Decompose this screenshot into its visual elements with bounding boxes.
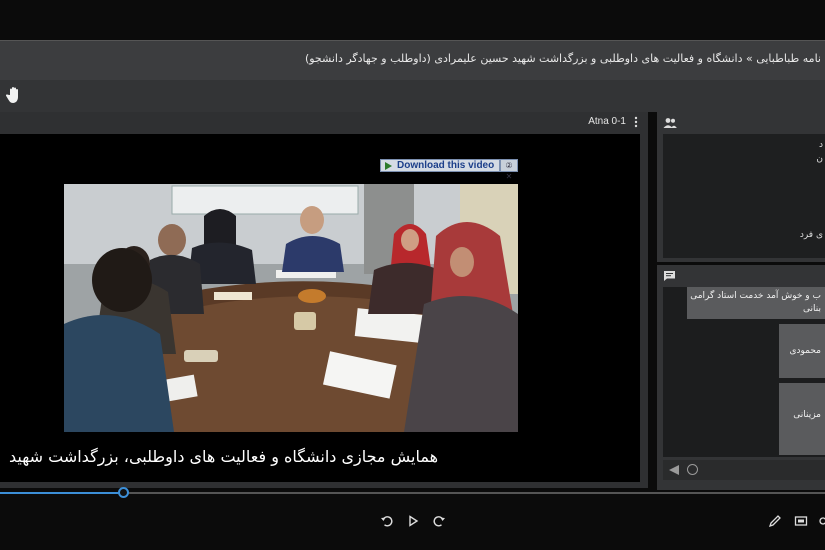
chat-panel: ب و خوش آمد خدمت استاد گرامی بنانی محمود… xyxy=(657,265,825,490)
video-caption: همایش مجازی دانشگاه و فعالیت های داوطلبی… xyxy=(9,447,438,466)
toolbar xyxy=(0,80,825,112)
video-panel: Atna 0-1 Download this video ② ✕ همایش م… xyxy=(0,112,648,488)
edit-icon[interactable] xyxy=(768,514,782,528)
progress-bar[interactable] xyxy=(0,487,825,498)
rewind-icon[interactable] xyxy=(380,514,394,528)
users-panel: د ن ی فرد xyxy=(657,112,825,262)
playback-controls xyxy=(0,506,825,536)
chat-input[interactable] xyxy=(663,460,825,480)
video-header: Atna 0-1 xyxy=(0,112,648,134)
users-icon xyxy=(663,118,677,128)
participant-name: Atna 0-1 xyxy=(588,116,626,127)
progress-knob[interactable] xyxy=(117,487,129,498)
send-icon[interactable] xyxy=(669,465,679,475)
meeting-title: نامه طباطبایی » دانشگاه و فعالیت های داو… xyxy=(304,52,821,65)
settings-icon[interactable] xyxy=(816,514,825,528)
progress-fill xyxy=(0,492,123,494)
download-video-button[interactable]: Download this video xyxy=(380,159,500,172)
forward-icon[interactable] xyxy=(432,514,446,528)
download-badge[interactable]: ② ✕ xyxy=(500,159,518,181)
chat-icon xyxy=(664,271,675,281)
play-icon[interactable] xyxy=(406,514,420,528)
download-label: Download this video xyxy=(397,160,495,171)
more-options-icon[interactable] xyxy=(634,116,638,128)
user-row[interactable]: د xyxy=(819,140,823,150)
chat-message-text: ب و خوش آمد خدمت استاد گرامی xyxy=(690,291,821,301)
emoji-icon[interactable] xyxy=(687,464,698,475)
raise-hand-icon[interactable] xyxy=(6,86,22,104)
screen-icon[interactable] xyxy=(794,514,808,528)
user-row[interactable]: ی فرد xyxy=(800,230,823,240)
chat-message: محمودی xyxy=(779,324,825,378)
video-stream[interactable]: Download this video ② ✕ همایش مجازی دانش… xyxy=(0,134,640,482)
conference-app: نامه طباطبایی » دانشگاه و فعالیت های داو… xyxy=(0,0,825,550)
user-row[interactable]: ن xyxy=(816,154,823,164)
top-bar: نامه طباطبایی » دانشگاه و فعالیت های داو… xyxy=(0,40,825,80)
chat-messages: ب و خوش آمد خدمت استاد گرامی بنانی محمود… xyxy=(663,287,825,457)
users-list: د ن ی فرد xyxy=(663,134,825,258)
video-frame-image xyxy=(64,184,518,432)
play-triangle-icon xyxy=(385,162,392,170)
chat-message-text: بنانی xyxy=(803,304,821,314)
chat-message: ب و خوش آمد خدمت استاد گرامی بنانی xyxy=(687,287,825,319)
chat-message: مزینانی xyxy=(779,383,825,455)
